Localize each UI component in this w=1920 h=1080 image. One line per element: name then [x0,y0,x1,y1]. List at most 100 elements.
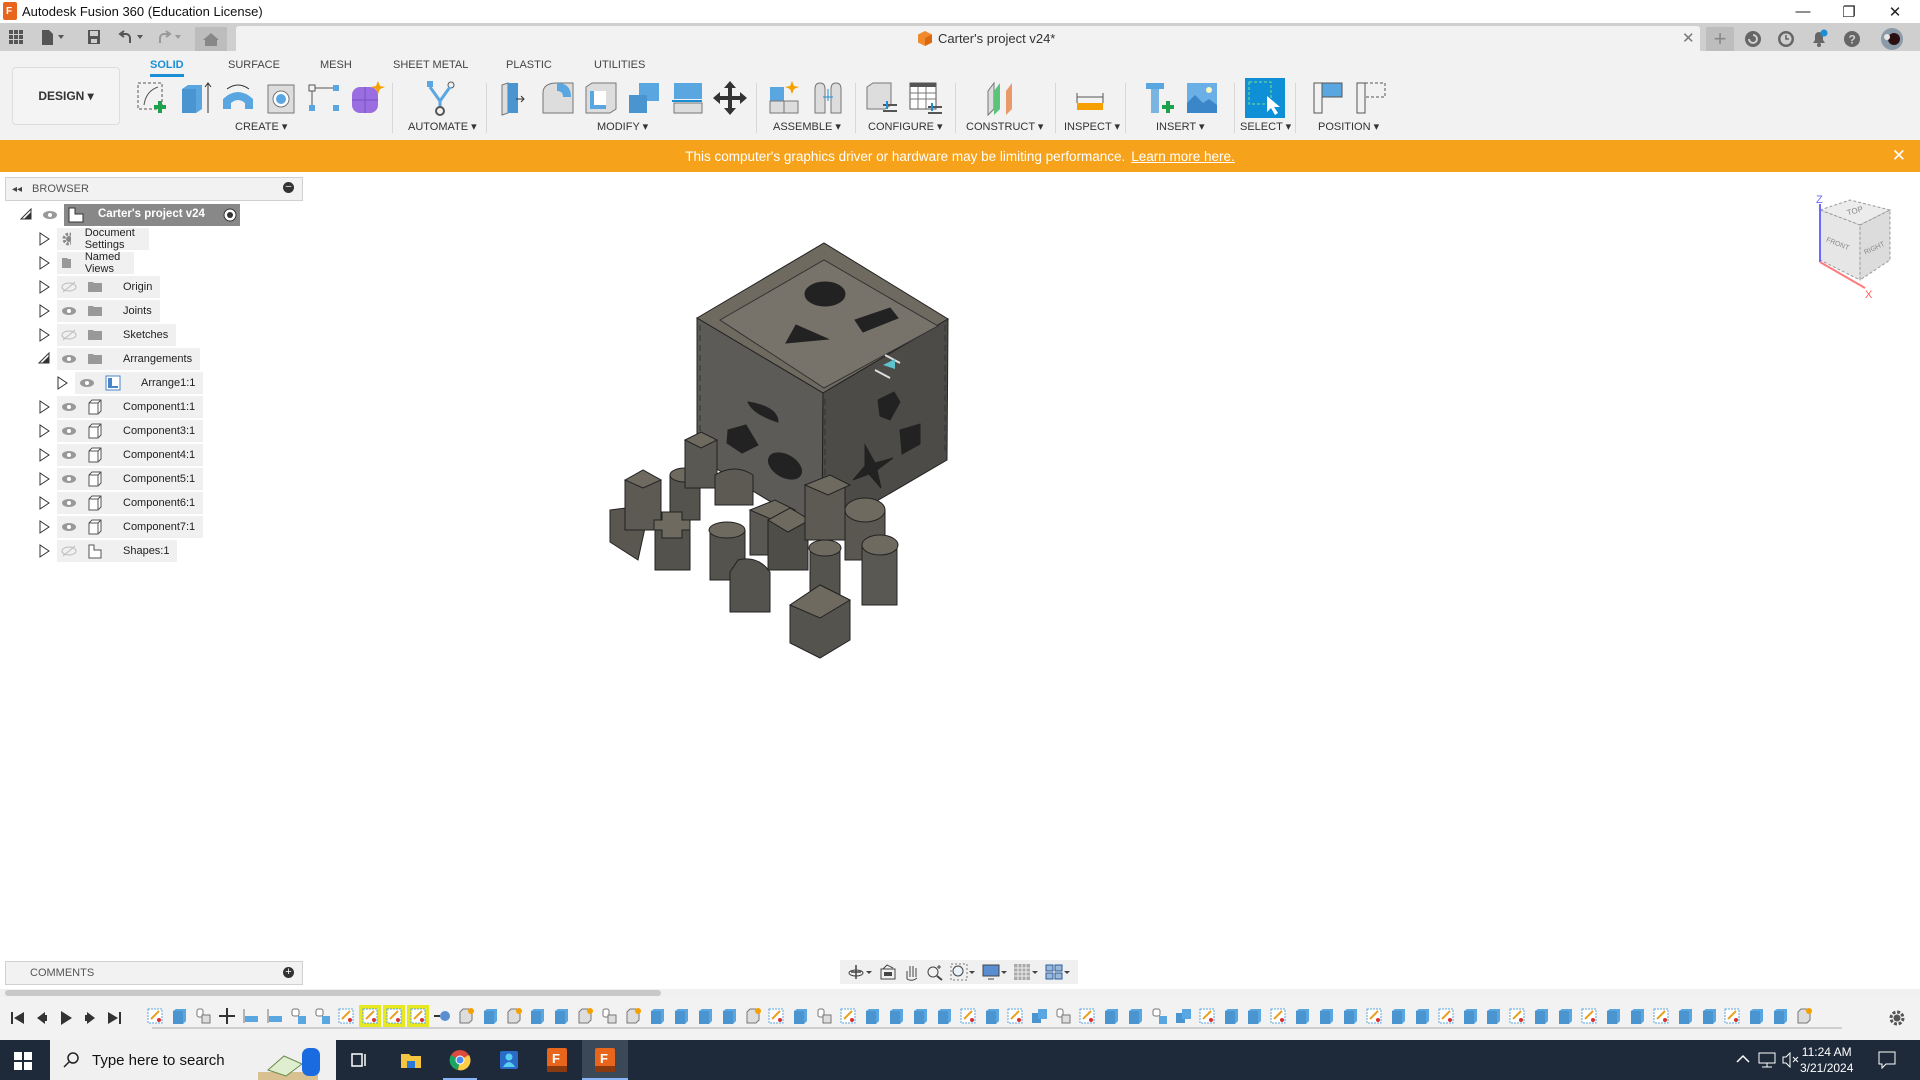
timeline-feature-extrude[interactable] [718,1005,740,1027]
eye-hidden-icon[interactable] [61,329,77,341]
tab-utilities[interactable]: UTILITIES [594,59,645,71]
network-icon[interactable] [1758,1052,1776,1068]
collapsed-triangle-icon[interactable] [38,424,50,438]
timeline-feature-sketch[interactable] [1721,1005,1743,1027]
first-step-icon[interactable] [10,1011,26,1025]
tab-sheet-metal[interactable]: SHEET METAL [393,59,468,71]
action-center-icon[interactable] [1878,1051,1896,1069]
timeline-feature-joint[interactable] [1052,1005,1074,1027]
timeline-feature-sketch[interactable] [383,1005,405,1027]
collapsed-triangle-icon[interactable] [38,544,50,558]
timeline-feature-component[interactable] [622,1005,644,1027]
taskbar-task-view[interactable] [336,1040,382,1080]
timeline-feature-component[interactable] [742,1005,764,1027]
timeline-feature-extrude[interactable] [694,1005,716,1027]
eye-icon[interactable] [61,473,77,485]
capture-position-icon[interactable] [1310,79,1348,117]
activate-radio-icon[interactable] [222,207,238,223]
timeline-feature-sketch[interactable] [1363,1005,1385,1027]
user-avatar[interactable] [1880,27,1904,51]
new-component-icon[interactable] [766,79,804,117]
extensions-icon[interactable] [1744,30,1762,48]
model-viewport[interactable] [600,230,960,660]
timeline-feature-extrude[interactable] [1459,1005,1481,1027]
create-sketch-icon[interactable] [134,79,172,117]
timeline-feature-sketch[interactable] [837,1005,859,1027]
collapsed-triangle-icon[interactable] [38,304,50,318]
home-button[interactable] [195,27,227,51]
eye-hidden-icon[interactable] [61,545,77,557]
fit-icon[interactable] [950,963,976,981]
assemble-menu[interactable]: ASSEMBLE ▾ [773,120,841,133]
select-menu[interactable]: SELECT ▾ [1240,120,1291,133]
collapsed-triangle-icon[interactable] [38,496,50,510]
timeline-feature-extrude[interactable] [981,1005,1003,1027]
timeline-feature-component[interactable] [455,1005,477,1027]
timeline-feature-extrude[interactable] [526,1005,548,1027]
expanded-triangle-icon[interactable] [20,208,32,220]
windows-start-icon[interactable] [14,1052,32,1070]
timeline-feature-sketch[interactable] [1076,1005,1098,1027]
taskbar-search[interactable]: Type here to search [50,1040,336,1080]
eye-icon[interactable] [61,305,77,317]
restore-button[interactable]: ❐ [1826,0,1872,23]
create-menu[interactable]: CREATE ▾ [235,120,287,133]
timeline-feature-align[interactable] [264,1005,286,1027]
collapsed-triangle-icon[interactable] [38,280,50,294]
tab-plastic[interactable]: PLASTIC [506,59,552,71]
new-tab-button[interactable]: + [1706,27,1734,51]
measure-icon[interactable] [1071,79,1109,117]
taskbar-fusion-360-active[interactable]: F [582,1040,628,1080]
hole-icon[interactable] [262,79,300,117]
timeline-feature-extrude[interactable] [1220,1005,1242,1027]
fillet-icon[interactable] [539,79,577,117]
collapsed-triangle-icon[interactable] [38,448,50,462]
timeline-feature-extrude[interactable] [550,1005,572,1027]
timeline-feature-rigid[interactable] [311,1005,333,1027]
timeline-feature-extrude[interactable] [1291,1005,1313,1027]
eye-icon[interactable] [61,521,77,533]
insert-menu[interactable]: INSERT ▾ [1156,120,1205,133]
expanded-triangle-icon[interactable] [38,352,50,366]
collapse-browser-button[interactable]: ◂◂ [12,184,22,195]
volume-muted-icon[interactable] [1782,1052,1800,1068]
help-icon[interactable]: ? [1843,30,1861,48]
modify-menu[interactable]: MODIFY ▾ [597,120,648,133]
timeline-feature-extrude[interactable] [1698,1005,1720,1027]
timeline-feature-component[interactable] [503,1005,525,1027]
collapsed-triangle-icon[interactable] [38,232,50,246]
configuration-table-icon[interactable] [906,79,944,117]
construct-menu[interactable]: CONSTRUCT ▾ [966,120,1043,133]
timeline-feature-extrude[interactable] [1554,1005,1576,1027]
tree-root[interactable]: Carter's project v24 [20,204,280,226]
eye-icon[interactable] [61,497,77,509]
configure-menu[interactable]: CONFIGURE ▾ [868,120,943,133]
save-button[interactable] [84,27,104,47]
combine-icon[interactable] [625,79,663,117]
collapsed-triangle-icon[interactable] [38,328,50,342]
job-status-icon[interactable] [1777,30,1795,48]
timeline-feature-extrude[interactable] [1243,1005,1265,1027]
timeline-scrollbar[interactable] [5,990,661,996]
timeline-feature-extrude[interactable] [1411,1005,1433,1027]
timeline-feature-sketch[interactable] [765,1005,787,1027]
timeline-feature-sketch[interactable] [1267,1005,1289,1027]
timeline-feature-extrude[interactable] [1769,1005,1791,1027]
undo-button[interactable] [116,27,148,47]
close-banner-button[interactable]: ✕ [1892,146,1906,166]
timeline-feature-extrude[interactable] [1339,1005,1361,1027]
shell-icon[interactable] [582,79,620,117]
timeline-feature-extrude[interactable] [789,1005,811,1027]
look-at-icon[interactable] [879,963,897,981]
zoom-icon[interactable] [926,963,944,981]
insert-canvas-icon[interactable] [1183,79,1221,117]
timeline-feature-combine[interactable] [1172,1005,1194,1027]
timeline-feature-extrude[interactable] [1626,1005,1648,1027]
tab-surface[interactable]: SURFACE [228,59,280,71]
timeline-feature-sketch[interactable] [144,1005,166,1027]
timeline-feature-rigid[interactable] [287,1005,309,1027]
inspect-menu[interactable]: INSPECT ▾ [1064,120,1120,133]
redo-button[interactable] [154,27,186,47]
file-menu-button[interactable] [38,27,70,47]
learn-more-link[interactable]: Learn more here. [1131,149,1235,164]
